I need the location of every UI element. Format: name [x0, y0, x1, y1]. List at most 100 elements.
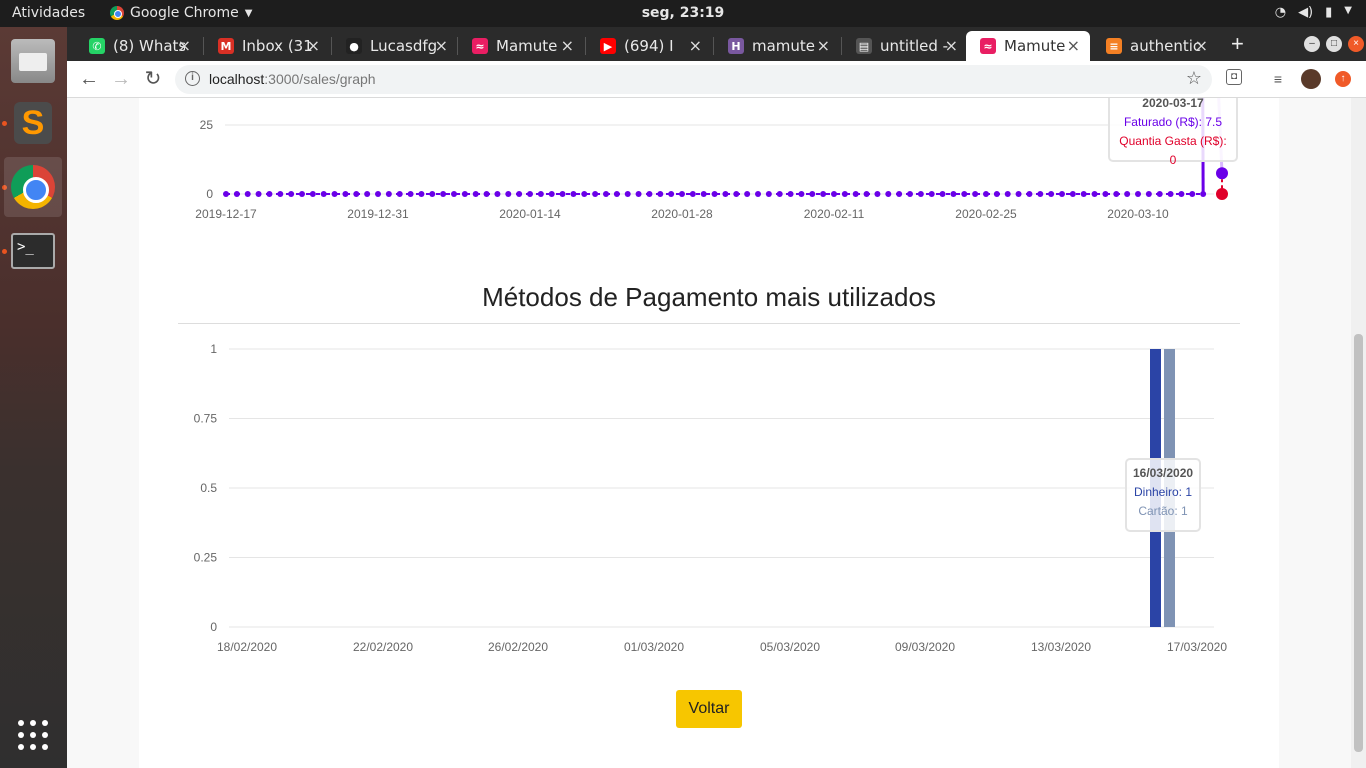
revenue-tooltip: 2020-03-17 Faturado (R$): 7.5 Quantia Ga… [1108, 98, 1238, 167]
close-tab-icon[interactable]: × [689, 36, 702, 55]
data-point [950, 191, 957, 197]
tab-title: untitled - [880, 37, 949, 55]
page-content: 25 0 2019-12-17 2019-12-31 2020-01-14 2020-01… [67, 98, 1351, 768]
mamute-icon: ≈ [980, 38, 996, 54]
x-tick-label: 2020-01-14 [499, 207, 561, 221]
extension-icon[interactable]: ◘ [1226, 69, 1242, 85]
dock-sublime-text[interactable]: S [4, 93, 62, 153]
browser-tab[interactable]: ≡ authentic × [1092, 31, 1218, 61]
address-bar[interactable]: i localhost:3000/sales/graph ☆ [175, 65, 1212, 94]
x-tick-label: 13/03/2020 [1031, 640, 1091, 654]
terminal-icon: >_ [11, 233, 55, 269]
x-tick-label: 2020-03-10 [1107, 207, 1169, 221]
dock-files[interactable] [4, 31, 62, 91]
close-tab-icon[interactable]: × [435, 36, 448, 55]
data-point [689, 191, 696, 197]
x-tick-label: 05/03/2020 [760, 640, 820, 654]
tooltip-date: 2020-03-17 [1142, 98, 1204, 110]
browser-tab[interactable]: Hmamute × [714, 31, 840, 61]
mamute-icon: ≈ [472, 38, 488, 54]
data-point [320, 191, 327, 197]
data-point [1080, 191, 1087, 197]
chrome-icon [11, 165, 55, 209]
close-tab-icon[interactable]: × [817, 36, 830, 55]
battery-icon: ▮ [1325, 5, 1333, 20]
tooltip-dinheiro: Dinheiro: 1 [1133, 485, 1193, 499]
update-icon[interactable]: ↑ [1335, 71, 1351, 87]
data-point [809, 191, 816, 197]
new-tab-button[interactable]: + [1231, 31, 1244, 57]
data-point [820, 191, 827, 197]
media-queue-icon[interactable]: ≡ [1268, 69, 1288, 89]
minimize-button[interactable]: – [1304, 36, 1320, 52]
app-grid-icon [18, 720, 48, 750]
tab-title: Inbox (31 [242, 37, 313, 55]
x-tick-label: 2020-02-11 [804, 207, 865, 221]
x-tick-label: 2019-12-31 [347, 207, 409, 221]
browser-tab[interactable]: ▶ (694) I × [586, 31, 712, 61]
back-button[interactable]: Voltar [676, 690, 742, 728]
data-point [309, 191, 316, 197]
y-tick-label: 0 [206, 187, 213, 201]
tab-title: mamute [752, 37, 816, 55]
reload-icon[interactable]: ↻ [141, 67, 165, 91]
close-tab-icon[interactable]: × [178, 36, 191, 55]
x-tick-label: 26/02/2020 [488, 640, 548, 654]
y-tick-label: 0.5 [200, 481, 217, 495]
close-tab-icon[interactable]: × [1067, 36, 1080, 55]
tooltip-gasta: Quantia Gasta (R$): 0 [1119, 134, 1227, 167]
info-icon[interactable]: i [185, 71, 200, 86]
dock: S >_ [0, 27, 67, 768]
close-tab-icon[interactable]: × [945, 36, 958, 55]
scrollbar-thumb[interactable] [1354, 334, 1363, 752]
x-tick-label: 01/03/2020 [624, 640, 684, 654]
browser-tab[interactable]: ▤ untitled - × [842, 31, 968, 61]
tab-title: (8) Whats [113, 37, 185, 55]
browser-tab[interactable]: M Inbox (31 × [204, 31, 330, 61]
title-divider [178, 323, 1240, 324]
data-point [440, 191, 447, 197]
tooltip-faturado: Faturado (R$): 7.5 [1123, 115, 1223, 129]
x-tick-label: 2020-01-28 [651, 207, 713, 221]
show-applications-button[interactable] [4, 705, 62, 765]
y-tick-label: 0 [210, 620, 217, 634]
close-tab-icon[interactable]: × [561, 36, 574, 55]
close-window-button[interactable]: × [1348, 36, 1364, 52]
back-arrow-icon[interactable]: ← [77, 67, 101, 91]
browser-tab[interactable]: ≈ Mamute × [458, 31, 584, 61]
youtube-icon: ▶ [600, 38, 616, 54]
browser-tab[interactable]: ≈ Mamute × [966, 31, 1090, 61]
forward-arrow-icon[interactable]: → [109, 67, 133, 91]
maximize-button[interactable]: □ [1326, 36, 1342, 52]
y-tick-label: 0.25 [194, 551, 218, 565]
close-tab-icon[interactable]: × [1195, 36, 1208, 55]
data-point [939, 191, 946, 197]
data-point-gasta [1216, 188, 1228, 200]
data-point [559, 191, 566, 197]
x-tick-label: 09/03/2020 [895, 640, 955, 654]
dock-chrome[interactable] [4, 157, 62, 217]
tooltip-date: 16/03/2020 [1133, 466, 1194, 480]
volume-icon: ◀) [1298, 5, 1314, 20]
tab-strip: ✆ (8) Whats × M Inbox (31 × ● Lucasdfg × ≈ Mamute ×… [67, 27, 1366, 61]
whatsapp-icon: ✆ [89, 38, 105, 54]
system-tray[interactable]: ◔ ◀) ▮ ▼ [1275, 5, 1352, 20]
dock-terminal[interactable]: >_ [4, 221, 62, 281]
x-tick-label: 22/02/2020 [353, 640, 413, 654]
tab-title: Mamute [496, 37, 558, 55]
x-tick-label: 18/02/2020 [217, 640, 277, 654]
files-icon [11, 39, 55, 83]
bookmark-star-icon[interactable]: ☆ [1186, 68, 1202, 89]
avatar[interactable] [1301, 69, 1321, 89]
x-tick-label: 2020-02-25 [955, 207, 1017, 221]
browser-tab[interactable]: ● Lucasdfg × [332, 31, 458, 61]
tab-title: Lucasdfg [370, 37, 438, 55]
data-point [429, 191, 436, 197]
browser-tab[interactable]: ✆ (8) Whats × [75, 31, 201, 61]
url-text: localhost:3000/sales/graph [209, 71, 376, 87]
close-tab-icon[interactable]: × [307, 36, 320, 55]
y-tick-label: 25 [200, 118, 214, 132]
clock[interactable]: seg, 23:19 [0, 5, 1366, 21]
tab-title: (694) I [624, 37, 674, 55]
page-scrollbar[interactable] [1351, 98, 1366, 768]
